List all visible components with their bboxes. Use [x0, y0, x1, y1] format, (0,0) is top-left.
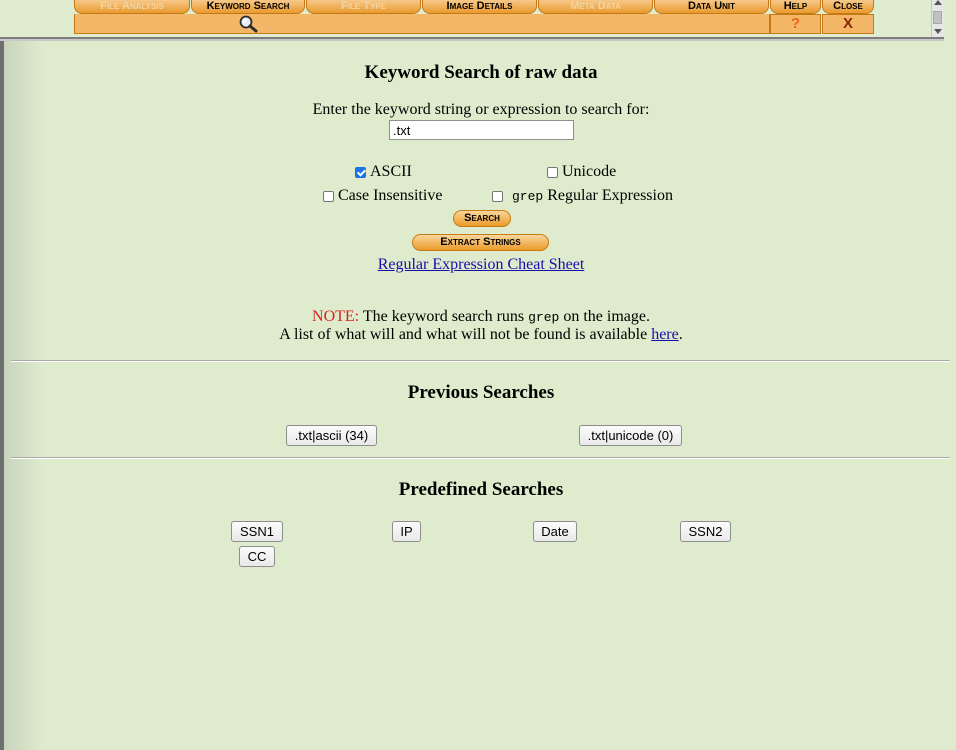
unicode-option[interactable]: Unicode [547, 163, 616, 181]
case-insensitive-checkbox[interactable] [323, 190, 334, 202]
ascii-checkbox[interactable] [355, 166, 366, 178]
here-link[interactable]: here [651, 326, 679, 343]
note-text-2: on the image. [563, 308, 650, 325]
tab-close[interactable]: Close [822, 0, 874, 14]
note-line-2: A list of what will and what will not be… [0, 326, 956, 344]
predefined-ip-button[interactable]: IP [392, 521, 421, 542]
tab-help[interactable]: Help [770, 0, 821, 14]
magnifier-icon[interactable] [237, 15, 263, 33]
extract-strings-button[interactable]: Extract Strings [412, 234, 549, 251]
note-text-1: The keyword search runs [362, 308, 525, 325]
regex-checkbox[interactable] [492, 190, 503, 202]
case-insensitive-option[interactable]: Case Insensitive [323, 187, 442, 205]
note-period: . [678, 326, 683, 343]
search-button[interactable]: Search [453, 210, 511, 227]
regex-label: Regular Expression [547, 187, 673, 204]
note-line2-text: A list of what will and what will not be… [279, 326, 648, 343]
tab-meta-data[interactable]: Meta Data [538, 0, 653, 14]
predefined-ssn1-button[interactable]: SSN1 [231, 521, 283, 542]
case-insensitive-label: Case Insensitive [338, 187, 443, 204]
previous-search-button[interactable]: .txt|unicode (0) [579, 425, 682, 446]
tab-icon-strip [74, 14, 770, 34]
top-frame-scrollbar[interactable] [931, 0, 944, 37]
tab-keyword-search[interactable]: Keyword Search [191, 0, 305, 14]
unicode-label: Unicode [562, 163, 617, 180]
predefined-cc-button[interactable]: CC [239, 546, 275, 567]
help-icon[interactable]: ? [770, 14, 821, 34]
previous-searches-title: Previous Searches [407, 382, 555, 403]
note-line-1: NOTE: The keyword search runs grep on th… [0, 308, 956, 326]
tab-image-details[interactable]: Image Details [422, 0, 537, 14]
page-title: Keyword Search of raw data [364, 62, 598, 83]
divider-1 [11, 360, 950, 362]
predefined-ssn2-button[interactable]: SSN2 [680, 521, 731, 542]
scroll-thumb[interactable] [933, 11, 942, 24]
scroll-down-arrow-icon[interactable] [934, 29, 942, 34]
divider-2 [11, 457, 950, 459]
unicode-checkbox[interactable] [547, 166, 558, 178]
grep-label: grep [512, 188, 544, 204]
note-label: NOTE: [312, 308, 360, 325]
regex-cheat-sheet-link[interactable]: Regular Expression Cheat Sheet [378, 256, 585, 273]
tab-data-unit[interactable]: Data Unit [654, 0, 769, 14]
ascii-label: ASCII [370, 163, 412, 180]
predefined-date-button[interactable]: Date [533, 521, 577, 542]
note-grep: grep [528, 310, 560, 325]
keyword-input[interactable] [389, 120, 574, 140]
tab-file-type[interactable]: File Type [306, 0, 421, 14]
tab-file-analysis[interactable]: File Analysis [74, 0, 190, 14]
regex-option[interactable]: grep Regular Expression [492, 187, 673, 205]
ascii-option[interactable]: ASCII [355, 163, 412, 181]
keyword-prompt: Enter the keyword string or expression t… [312, 101, 650, 118]
scroll-up-arrow-icon[interactable] [934, 0, 942, 5]
top-nav-frame: File Analysis Keyword Search File Type I… [0, 0, 944, 41]
close-icon[interactable]: X [822, 14, 874, 34]
previous-search-button[interactable]: .txt|ascii (34) [286, 425, 377, 446]
predefined-searches-title: Predefined Searches [398, 479, 564, 500]
